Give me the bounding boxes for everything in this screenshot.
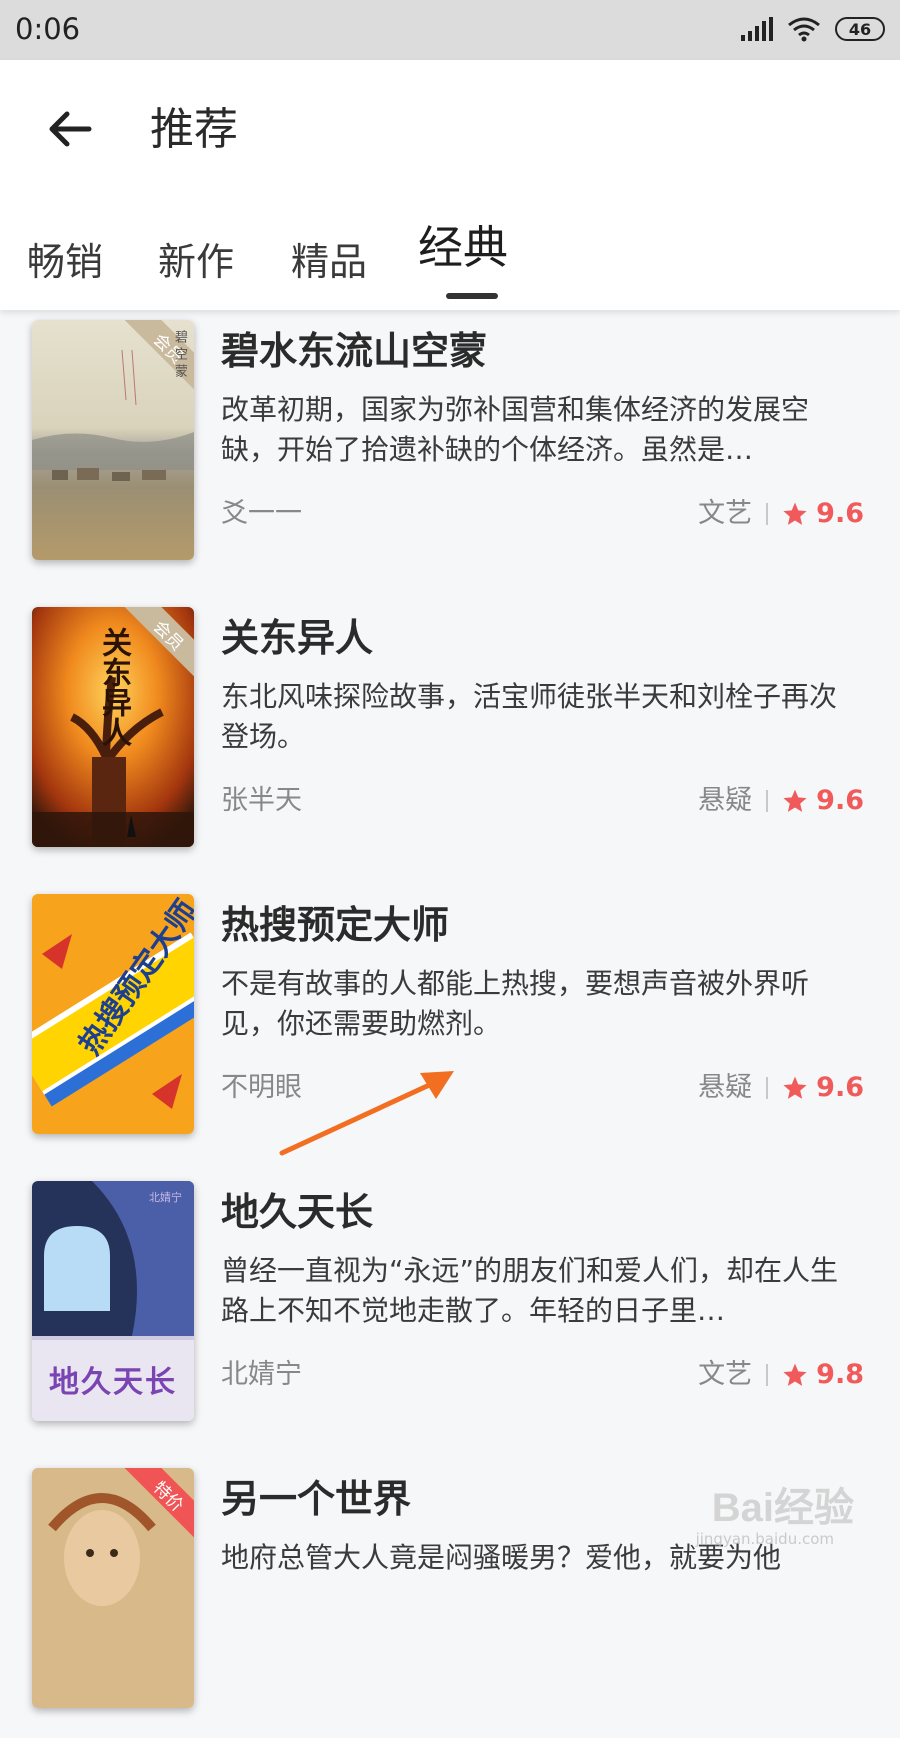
back-arrow-icon [49,111,92,147]
list-item[interactable]: 会员 关东异人 关东异人 东北风味探险故事，活宝师徒张半天和刘栓子再次登场。 张… [0,597,900,877]
watermark-url: jingyan.baidu.com [695,1530,834,1548]
list-item[interactable]: 热搜预定大师 热搜预定大师 不是有故事的人都能上热搜，要想声音被外界听见，你还需… [0,884,900,1164]
star-icon [783,502,807,525]
battery-level: 46 [848,19,872,39]
book-author: 爻一一 [221,498,302,529]
book-cover[interactable]: 会员 关东异人 [32,607,194,847]
status-icons: 46 [741,16,885,42]
list-item[interactable]: 北婧宁 地久天长 地久天长 曾经一直视为“永远”的朋友们和爱人们，却在人生路上不… [0,1171,900,1451]
divider [766,1363,769,1386]
page-title: 推荐 [150,104,238,155]
book-author: 北婧宁 [221,1359,302,1390]
book-meta: 文艺 9.8 [698,1361,864,1388]
divider [766,789,769,812]
star-icon [783,1076,807,1099]
star-icon [783,1363,807,1386]
book-rating: 9.6 [816,498,864,529]
tab-new[interactable]: 新作 [158,243,234,281]
book-genre: 文艺 [698,498,753,529]
wifi-icon [788,17,820,42]
active-tab-indicator [446,293,498,299]
book-rating: 9.6 [816,1072,864,1103]
battery-icon: 46 [835,17,885,41]
book-title: 热搜预定大师 [221,903,450,947]
book-meta: 悬疑 9.6 [698,1074,864,1101]
cover-author-text: 北婧宁 [149,1191,182,1204]
book-rating: 9.8 [816,1359,864,1390]
back-button[interactable] [45,104,95,154]
book-title: 地久天长 [221,1190,374,1234]
book-meta: 文艺 9.6 [698,500,864,527]
book-cover[interactable]: 热搜预定大师 [32,894,194,1134]
book-genre: 悬疑 [698,1072,753,1103]
book-rating: 9.6 [816,785,864,816]
tab-bestseller[interactable]: 畅销 [27,243,103,281]
tab-classic[interactable]: 经典 [418,225,508,270]
book-cover[interactable]: 北婧宁 地久天长 [32,1181,194,1421]
status-bar: 0:06 46 [0,0,900,60]
watermark-logo: Bai经验 [711,1486,854,1530]
book-description: 东北风味探险故事，活宝师徒张半天和刘栓子再次登场。 [221,680,838,753]
divider [766,502,769,525]
signal-icon [741,17,773,41]
top-app-bar: 推荐 畅销 新作 精品 经典 [0,60,900,310]
cover-title-text: 碧 空 蒙 [172,330,187,378]
book-title: 另一个世界 [221,1477,412,1521]
divider [766,1076,769,1099]
book-author: 不明眼 [221,1072,302,1103]
book-cover[interactable]: 会员 碧 空 蒙 [32,320,194,560]
tab-premium[interactable]: 精品 [291,243,367,281]
cover-title-text: 地久天长 [49,1365,177,1400]
list-item[interactable]: 会员 碧 空 蒙 碧水东流山空蒙 改革初期，国家为弥补国营和集体经济的发展空缺，… [0,310,900,590]
book-meta: 悬疑 9.6 [698,787,864,814]
book-title: 碧水东流山空蒙 [221,329,488,373]
cover-title-text: 关东异人 [96,627,131,747]
book-genre: 悬疑 [698,785,753,816]
star-icon [783,789,807,812]
book-description: 不是有故事的人都能上热搜，要想声音被外界听见，你还需要助燃剂。 [221,967,810,1040]
book-description: 曾经一直视为“永远”的朋友们和爱人们，却在人生路上不知不觉地走散了。年轻的日子里… [221,1254,839,1327]
book-cover[interactable]: 特价 [32,1468,194,1708]
book-title: 关东异人 [221,616,374,660]
book-author: 张半天 [221,785,302,816]
status-time: 0:06 [15,12,81,46]
book-description: 改革初期，国家为弥补国营和集体经济的发展空缺，开始了拾遗补缺的个体经济。虽然是… [221,393,810,466]
book-genre: 文艺 [698,1359,753,1390]
